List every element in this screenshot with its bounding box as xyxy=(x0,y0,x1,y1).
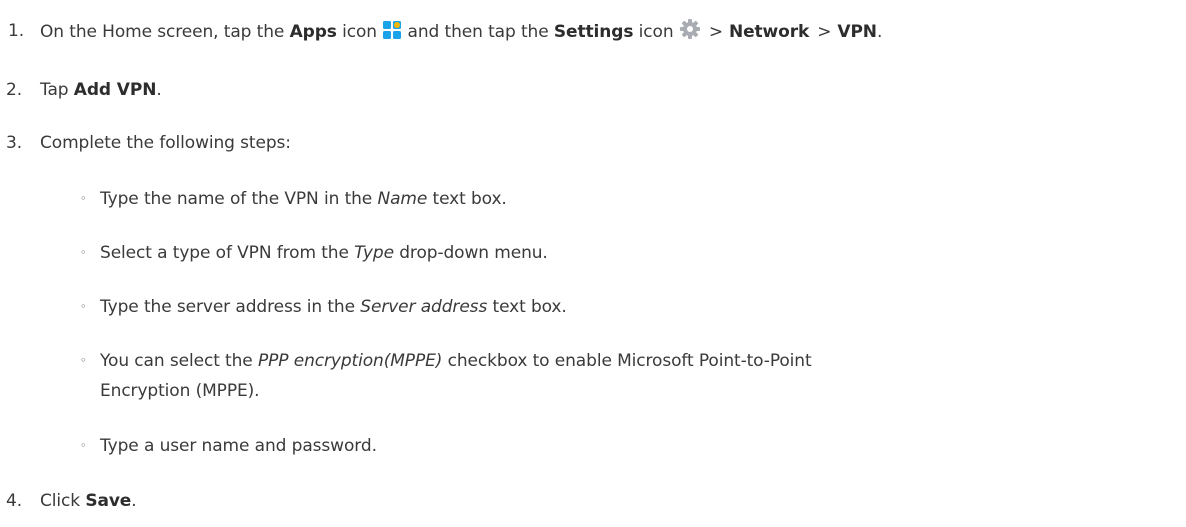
step-3: Complete the following steps: xyxy=(40,130,291,156)
settings-label: Settings xyxy=(553,22,634,42)
chevron-right-icon: > xyxy=(708,22,723,42)
step-4-number: 4. xyxy=(6,491,23,511)
substep-text: text box. xyxy=(427,189,507,209)
step-1-text-3: and then tap the xyxy=(402,22,554,42)
step-1-text-2: icon xyxy=(336,22,383,42)
apps-label: Apps xyxy=(289,22,337,42)
substep-text: checkbox to enable Microsoft Point-to-Po… xyxy=(442,351,812,371)
substep-text: Select a type of VPN from the xyxy=(100,243,355,263)
step-3-number: 3. xyxy=(6,133,23,153)
step-3-text: Complete the following steps: xyxy=(40,133,291,153)
substep-text: You can select the xyxy=(100,351,258,371)
bullet: ◦ xyxy=(80,300,87,313)
settings-gear-icon xyxy=(679,18,701,48)
step-1-text: On the Home screen, tap the xyxy=(40,22,290,42)
substep-text: Encryption (MPPE). xyxy=(100,381,260,401)
substep-type: Select a type of VPN from the Type drop-… xyxy=(100,240,548,266)
step-2: Tap Add VPN. xyxy=(40,77,162,103)
substep-server: Type the server address in the Server ad… xyxy=(100,294,567,320)
substep-text: drop-down menu. xyxy=(393,243,548,263)
substep-text: Type the name of the VPN in the xyxy=(100,189,378,209)
vpn-label: VPN xyxy=(837,22,877,42)
substep-name: Type the name of the VPN in the Name tex… xyxy=(100,186,507,212)
step-1-end: . xyxy=(876,22,883,42)
bullet: ◦ xyxy=(80,439,87,452)
substep-credentials: Type a user name and password. xyxy=(100,433,377,459)
substep-mppe: You can select the PPP encryption(MPPE) … xyxy=(100,348,812,374)
bullet: ◦ xyxy=(80,354,87,367)
add-vpn-label: Add VPN xyxy=(73,80,157,100)
name-field-label: Name xyxy=(377,189,428,209)
type-field-label: Type xyxy=(354,243,394,263)
apps-grid-icon xyxy=(382,20,402,48)
step-2-text: Tap xyxy=(40,80,74,100)
bullet: ◦ xyxy=(80,192,87,205)
mppe-checkbox-label: PPP encryption(MPPE) xyxy=(257,351,443,371)
step-4: Click Save. xyxy=(40,488,137,514)
substep-text: text box. xyxy=(487,297,567,317)
step-2-end: . xyxy=(156,80,162,100)
server-address-field-label: Server address xyxy=(360,297,488,317)
step-1-text-4: icon xyxy=(633,22,679,42)
step-2-number: 2. xyxy=(6,80,23,100)
chevron-right-icon: > xyxy=(817,22,832,42)
step-4-end: . xyxy=(131,491,137,511)
save-label: Save xyxy=(85,491,132,511)
bullet: ◦ xyxy=(80,246,87,259)
step-1-number: 1. xyxy=(8,21,25,41)
step-4-text: Click xyxy=(40,491,86,511)
network-label: Network xyxy=(728,22,810,42)
instruction-document: 1. On the Home screen, tap the Apps icon… xyxy=(0,0,1186,527)
substep-mppe-continued: Encryption (MPPE). xyxy=(100,378,260,404)
step-1: On the Home screen, tap the Apps icon an… xyxy=(40,18,882,48)
substep-text: Type the server address in the xyxy=(100,297,361,317)
substep-text: Type a user name and password. xyxy=(100,436,377,456)
